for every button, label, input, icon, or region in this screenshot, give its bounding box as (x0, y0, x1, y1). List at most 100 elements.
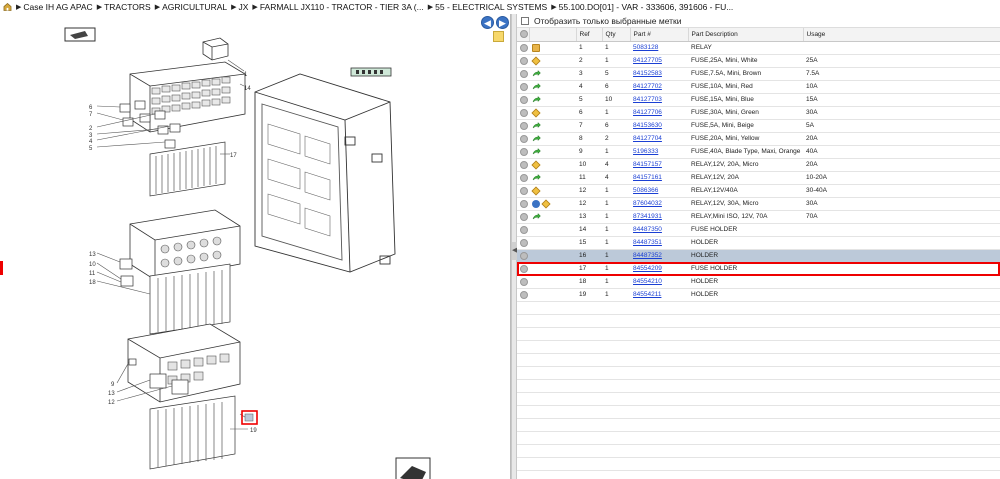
table-row[interactable]: 2 1 84127705 FUSE,25A, Mini, White 25A (517, 54, 1000, 68)
row-select-cell[interactable] (517, 145, 529, 159)
row-select-cell[interactable] (517, 132, 529, 146)
select-all-icon[interactable] (520, 30, 528, 39)
table-row[interactable]: 4 6 84127702 FUSE,10A, Mini, Red 10A (517, 80, 1000, 94)
part-number-link[interactable]: 5086366 (630, 184, 688, 198)
breadcrumb-item[interactable]: ▶ TRACTORS (97, 2, 151, 12)
part-number-link[interactable]: 84127705 (630, 54, 688, 68)
part-number-link[interactable]: 84554209 (630, 262, 688, 276)
table-row[interactable]: 14 1 84487350 FUSE HOLDER (517, 223, 1000, 237)
part-number-link[interactable]: 84152583 (630, 67, 688, 81)
row-select-cell[interactable] (517, 197, 529, 211)
row-select-icon[interactable] (520, 160, 528, 169)
part-number-link[interactable]: 84157157 (630, 158, 688, 172)
part-number-link[interactable]: 87341931 (630, 210, 688, 224)
home-icon[interactable] (3, 3, 12, 11)
table-row[interactable]: 13 1 87341931 RELAY,Mini ISO, 12V, 70A 70A (517, 210, 1000, 224)
row-select-icon[interactable] (520, 108, 528, 117)
row-select-icon[interactable] (520, 290, 528, 299)
row-select-icon[interactable] (520, 147, 528, 156)
part-number-link[interactable]: 5196333 (630, 145, 688, 159)
table-row[interactable]: 19 1 84554211 HOLDER (517, 288, 1000, 302)
breadcrumb-item[interactable]: ▶ 55.100.DO[01] - VAR - 333606, 391606 - … (551, 2, 733, 12)
show-selected-only-checkbox[interactable] (521, 16, 529, 25)
row-select-icon[interactable] (520, 277, 528, 286)
part-number-link[interactable]: 84554210 (630, 275, 688, 289)
row-select-cell[interactable] (517, 223, 529, 237)
row-select-icon[interactable] (520, 43, 528, 52)
table-row[interactable]: 6 1 84127706 FUSE,30A, Mini, Green 30A (517, 106, 1000, 120)
row-select-cell[interactable] (517, 288, 529, 302)
row-select-cell[interactable] (517, 249, 529, 263)
row-select-icon[interactable] (520, 69, 528, 78)
row-select-cell[interactable] (517, 41, 529, 55)
row-select-icon[interactable] (520, 95, 528, 104)
part-number-link[interactable]: 84487352 (630, 249, 688, 263)
row-select-cell[interactable] (517, 80, 529, 94)
part-number-link[interactable]: 84127703 (630, 93, 688, 107)
row-select-icon[interactable] (520, 212, 528, 221)
col-part-header[interactable]: Part # (630, 28, 689, 42)
breadcrumb-item[interactable]: ▶ FARMALL JX110 - TRACTOR - TIER 3A (... (252, 2, 423, 12)
table-row[interactable]: 10 4 84157157 RELAY,12V, 20A, Micro 20A (517, 158, 1000, 172)
table-row[interactable]: 15 1 84487351 HOLDER (517, 236, 1000, 250)
row-select-icon[interactable] (520, 173, 528, 182)
row-select-cell[interactable] (517, 275, 529, 289)
breadcrumb-item[interactable]: ▶ 55 - ELECTRICAL SYSTEMS (428, 2, 548, 12)
row-select-icon[interactable] (520, 225, 528, 234)
col-usage-header[interactable]: Usage (803, 28, 1000, 42)
row-select-cell[interactable] (517, 171, 529, 185)
table-row[interactable]: 11 4 84157161 RELAY,12V, 20A 10-20A (517, 171, 1000, 185)
breadcrumb-item[interactable]: ▶ JX (231, 2, 248, 12)
part-number-link[interactable]: 84127704 (630, 132, 688, 146)
part-number-link[interactable]: 84157161 (630, 171, 688, 185)
row-select-icon[interactable] (520, 238, 528, 247)
row-select-icon[interactable] (520, 186, 528, 195)
table-row[interactable]: 18 1 84554210 HOLDER (517, 275, 1000, 289)
col-desc-header[interactable]: Part Description (688, 28, 804, 42)
export-icon[interactable] (395, 457, 431, 479)
table-row[interactable]: 12 1 87604032 RELAY,12V, 30A, Micro 30A (517, 197, 1000, 211)
row-select-cell[interactable] (517, 119, 529, 133)
part-number-link[interactable]: 84487350 (630, 223, 688, 237)
col-qty-header[interactable]: Qty (602, 28, 631, 42)
row-select-cell[interactable] (517, 158, 529, 172)
row-select-icon[interactable] (520, 134, 528, 143)
part-number-link[interactable]: 84487351 (630, 236, 688, 250)
row-select-cell[interactable] (517, 210, 529, 224)
row-select-cell[interactable] (517, 106, 529, 120)
part-number-link[interactable]: 5083128 (630, 41, 688, 55)
row-select-cell[interactable] (517, 262, 529, 276)
table-row[interactable]: 7 6 84153630 FUSE,5A, Mini, Beige 5A (517, 119, 1000, 133)
row-select-icon[interactable] (520, 251, 528, 260)
table-row[interactable]: 16 1 84487352 HOLDER (517, 249, 1000, 263)
row-select-cell[interactable] (517, 236, 529, 250)
breadcrumb-item[interactable]: ▶ Case IH AG APAC (16, 2, 93, 12)
part-number-link[interactable]: 84153630 (630, 119, 688, 133)
part-number-link[interactable]: 84127702 (630, 80, 688, 94)
highlighted-part-marker[interactable] (241, 410, 258, 425)
row-select-icon[interactable] (520, 199, 528, 208)
row-select-icon[interactable] (520, 264, 528, 273)
table-row[interactable]: 1 1 5083128 RELAY (517, 41, 1000, 55)
table-row[interactable]: 17 1 84554209 FUSE HOLDER (517, 262, 1000, 276)
row-select-cell[interactable] (517, 184, 529, 198)
row-select-icon[interactable] (520, 82, 528, 91)
col-ref-header[interactable]: Ref (576, 28, 603, 42)
row-select-cell[interactable] (517, 67, 529, 81)
part-number-link[interactable]: 84554211 (630, 288, 688, 302)
part-number-link[interactable]: 87604032 (630, 197, 688, 211)
row-select-cell[interactable] (517, 54, 529, 68)
usage-cell: 30-40A (803, 184, 1000, 198)
part-number-link[interactable]: 84127706 (630, 106, 688, 120)
diagram-header-icon[interactable] (64, 27, 96, 42)
table-row[interactable]: 8 2 84127704 FUSE,20A, Mini, Yellow 20A (517, 132, 1000, 146)
table-row[interactable]: 12 1 5086366 RELAY,12V/40A 30-40A (517, 184, 1000, 198)
row-select-icon[interactable] (520, 121, 528, 130)
row-select-cell[interactable] (517, 93, 529, 107)
table-row[interactable]: 5 10 84127703 FUSE,15A, Mini, Blue 15A (517, 93, 1000, 107)
row-select-icon[interactable] (520, 56, 528, 65)
col-select-header[interactable] (517, 28, 530, 42)
breadcrumb-item[interactable]: ▶ AGRICULTURAL (155, 2, 227, 12)
table-row[interactable]: 9 1 5196333 FUSE,40A, Blade Type, Maxi, Ora… (517, 145, 1000, 159)
table-row[interactable]: 3 5 84152583 FUSE,7.5A, Mini, Brown 7.5A (517, 67, 1000, 81)
